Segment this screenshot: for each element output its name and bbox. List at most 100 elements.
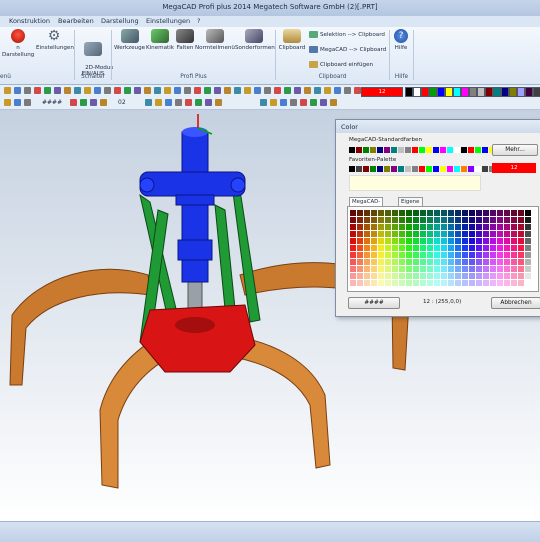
toolbar-color-swatch[interactable] [445, 87, 453, 97]
palette-color-cell[interactable] [399, 266, 405, 272]
favorite-color-cell[interactable] [377, 166, 383, 172]
toolbar-color-swatch[interactable] [469, 87, 477, 97]
palette-color-cell[interactable] [357, 217, 363, 223]
palette-color-cell[interactable] [455, 252, 461, 258]
palette-color-cell[interactable] [518, 238, 524, 244]
palette-color-cell[interactable] [525, 259, 531, 265]
palette-color-cell[interactable] [525, 231, 531, 237]
palette-color-cell[interactable] [350, 266, 356, 272]
palette-color-cell[interactable] [476, 266, 482, 272]
palette-color-cell[interactable] [511, 280, 517, 286]
toolbar-tool-icon[interactable] [324, 87, 331, 94]
tab-darstellung[interactable]: Darstellung [101, 17, 139, 25]
palette-color-cell[interactable] [427, 259, 433, 265]
palette-color-cell[interactable] [469, 217, 475, 223]
palette-color-cell[interactable] [406, 259, 412, 265]
palette-color-cell[interactable] [399, 280, 405, 286]
palette-color-cell[interactable] [350, 259, 356, 265]
palette-color-cell[interactable] [392, 245, 398, 251]
palette-color-cell[interactable] [483, 280, 489, 286]
palette-color-cell[interactable] [469, 231, 475, 237]
palette-color-cell[interactable] [462, 280, 468, 286]
palette-color-cell[interactable] [448, 231, 454, 237]
toolbar-tool-icon[interactable] [234, 87, 241, 94]
palette-color-cell[interactable] [371, 238, 377, 244]
palette-color-cell[interactable] [441, 266, 447, 272]
palette-color-cell[interactable] [378, 224, 384, 230]
palette-color-cell[interactable] [371, 252, 377, 258]
palette-color-cell[interactable] [406, 210, 412, 216]
palette-color-cell[interactable] [455, 231, 461, 237]
standard-color-cell[interactable] [482, 147, 488, 153]
palette-color-cell[interactable] [413, 266, 419, 272]
palette-color-cell[interactable] [420, 238, 426, 244]
palette-color-cell[interactable] [434, 210, 440, 216]
toolbar-tool-icon[interactable] [280, 99, 287, 106]
palette-color-cell[interactable] [350, 217, 356, 223]
palette-color-cell[interactable] [490, 252, 496, 258]
palette-color-cell[interactable] [364, 231, 370, 237]
toolbar-color-swatch[interactable] [485, 87, 493, 97]
toolbar-tool-icon[interactable] [270, 99, 277, 106]
palette-color-cell[interactable] [448, 259, 454, 265]
palette-color-cell[interactable] [392, 210, 398, 216]
palette-color-cell[interactable] [350, 280, 356, 286]
standard-color-cell[interactable] [412, 147, 418, 153]
toolbar-tool-icon[interactable] [74, 87, 81, 94]
palette-color-cell[interactable] [364, 273, 370, 279]
palette-color-cell[interactable] [504, 280, 510, 286]
palette-color-cell[interactable] [504, 266, 510, 272]
palette-color-cell[interactable] [406, 245, 412, 251]
palette-color-cell[interactable] [455, 217, 461, 223]
palette-color-cell[interactable] [504, 238, 510, 244]
palette-color-cell[interactable] [371, 266, 377, 272]
toolbar-tool-icon[interactable] [354, 87, 361, 94]
palette-color-cell[interactable] [371, 273, 377, 279]
toolbar-tool-icon[interactable] [124, 87, 131, 94]
tab-bearbeiten[interactable]: Bearbeiten [58, 17, 94, 25]
palette-color-cell[interactable] [420, 273, 426, 279]
palette-color-cell[interactable] [406, 224, 412, 230]
toolbar-tool-icon[interactable] [260, 99, 267, 106]
palette-color-cell[interactable] [483, 252, 489, 258]
palette-color-cell[interactable] [469, 252, 475, 258]
palette-color-cell[interactable] [399, 210, 405, 216]
palette-color-cell[interactable] [420, 280, 426, 286]
palette-color-cell[interactable] [413, 245, 419, 251]
layer-field[interactable]: 02 [118, 99, 126, 106]
toolbar-color-swatch[interactable] [453, 87, 461, 97]
palette-color-cell[interactable] [462, 231, 468, 237]
palette-grid[interactable] [350, 210, 531, 286]
kinematik-button[interactable]: Kinematik [145, 29, 175, 52]
palette-color-cell[interactable] [441, 210, 447, 216]
toolbar-tool-icon[interactable] [24, 87, 31, 94]
darstellung-button[interactable]: n Darstellung [2, 29, 34, 58]
palette-color-cell[interactable] [392, 266, 398, 272]
favorite-color-cell[interactable] [461, 166, 467, 172]
palette-color-cell[interactable] [455, 224, 461, 230]
palette-color-cell[interactable] [448, 238, 454, 244]
favorite-color-cell[interactable] [426, 166, 432, 172]
palette-color-cell[interactable] [399, 259, 405, 265]
toolbar-tool-icon[interactable] [90, 99, 97, 106]
toolbar-tool-icon[interactable] [104, 87, 111, 94]
palette-color-cell[interactable] [469, 259, 475, 265]
toolbar-color-swatch[interactable] [517, 87, 525, 97]
toolbar-tool-icon[interactable] [215, 99, 222, 106]
palette-color-cell[interactable] [441, 245, 447, 251]
palette-color-cell[interactable] [385, 231, 391, 237]
palette-color-cell[interactable] [385, 273, 391, 279]
toolbar-tool-icon[interactable] [254, 87, 261, 94]
pattern-button[interactable]: #### [348, 297, 400, 309]
toolbar-tool-icon[interactable] [44, 87, 51, 94]
palette-color-cell[interactable] [448, 273, 454, 279]
toolbar-tool-icon[interactable] [70, 99, 77, 106]
palette-color-cell[interactable] [525, 280, 531, 286]
toolbar-tool-icon[interactable] [134, 87, 141, 94]
palette-color-cell[interactable] [420, 231, 426, 237]
palette-color-cell[interactable] [504, 259, 510, 265]
palette-color-cell[interactable] [455, 266, 461, 272]
palette-color-cell[interactable] [427, 210, 433, 216]
palette-color-cell[interactable] [525, 238, 531, 244]
palette-color-cell[interactable] [476, 259, 482, 265]
